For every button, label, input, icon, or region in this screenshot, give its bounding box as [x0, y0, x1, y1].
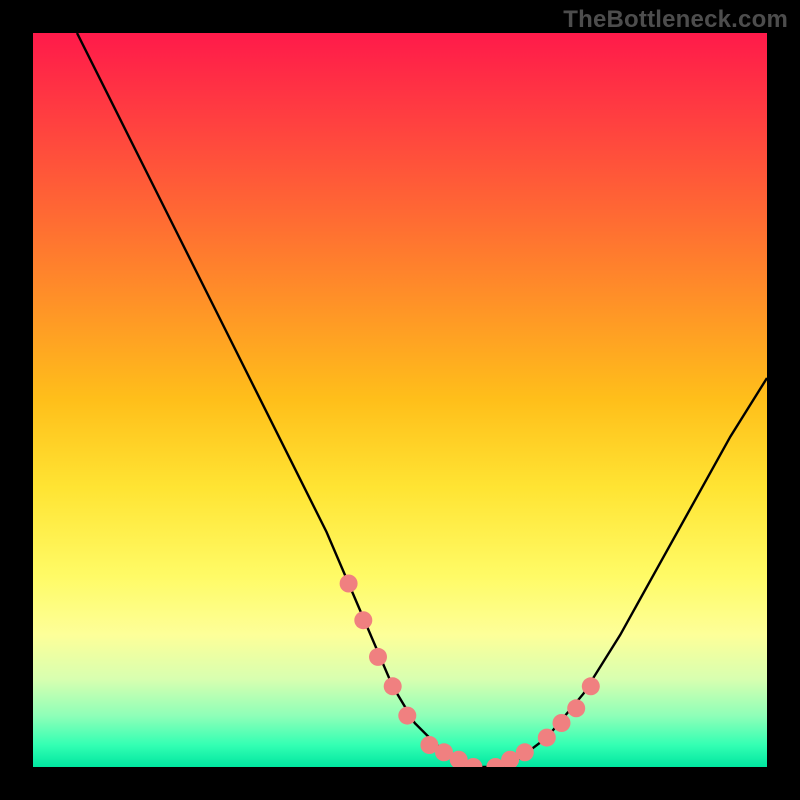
highlight-dot [398, 707, 416, 725]
highlight-dot [538, 729, 556, 747]
curve-path [77, 33, 767, 767]
chart-svg [33, 33, 767, 767]
highlight-dot [582, 677, 600, 695]
dot-layer [340, 575, 600, 768]
highlight-dot [553, 714, 571, 732]
highlight-dot [354, 611, 372, 629]
chart-frame: TheBottleneck.com [0, 0, 800, 800]
plot-area [33, 33, 767, 767]
highlight-dot [516, 743, 534, 761]
highlight-dot [369, 648, 387, 666]
highlight-dot [384, 677, 402, 695]
highlight-dot [340, 575, 358, 593]
highlight-dot [567, 699, 585, 717]
watermark-text: TheBottleneck.com [563, 6, 788, 34]
